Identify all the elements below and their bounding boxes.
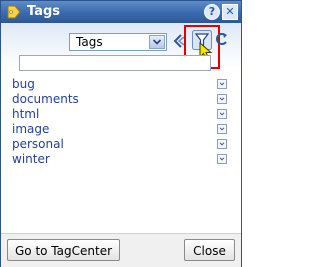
tag-item: image xyxy=(1,122,241,137)
tags-panel: Tags bug documents html image personal w… xyxy=(1,23,241,233)
tag-link-image[interactable]: image xyxy=(12,122,49,136)
title-bar[interactable]: Tags ? ✕ xyxy=(1,1,241,23)
window-title: Tags xyxy=(27,4,61,19)
expand-icon[interactable] xyxy=(217,79,227,89)
tag-link-documents[interactable]: documents xyxy=(12,92,79,106)
expand-icon[interactable] xyxy=(217,124,227,134)
window-close-button[interactable]: ✕ xyxy=(222,4,238,20)
tag-item: winter xyxy=(1,152,241,167)
tag-link-bug[interactable]: bug xyxy=(12,77,35,91)
tag-link-personal[interactable]: personal xyxy=(12,137,64,151)
close-button[interactable]: Close xyxy=(184,239,235,261)
show-all-tags-icon[interactable] xyxy=(171,32,185,50)
tag-item: personal xyxy=(1,137,241,152)
tag-type-select[interactable]: Tags xyxy=(69,33,167,51)
expand-icon[interactable] xyxy=(217,109,227,119)
tag-item: bug xyxy=(1,77,241,92)
chevron-down-icon[interactable] xyxy=(149,35,165,49)
tag-list: bug documents html image personal winter xyxy=(1,77,241,167)
refresh-icon[interactable] xyxy=(215,31,229,49)
expand-icon[interactable] xyxy=(217,94,227,104)
tag-link-winter[interactable]: winter xyxy=(12,152,50,166)
tag-filter-input[interactable] xyxy=(19,55,211,71)
go-to-tagcenter-button[interactable]: Go to TagCenter xyxy=(7,239,120,261)
dialog-footer: Go to TagCenter Close xyxy=(1,233,241,267)
tags-icon xyxy=(7,5,21,19)
expand-icon[interactable] xyxy=(217,154,227,164)
tag-item: html xyxy=(1,107,241,122)
tags-window: Tags ? ✕ Tags bug documents html image p… xyxy=(0,0,242,267)
tag-item: documents xyxy=(1,92,241,107)
expand-icon[interactable] xyxy=(217,139,227,149)
help-button[interactable]: ? xyxy=(204,4,220,20)
tag-type-select-value: Tags xyxy=(76,35,103,49)
tag-link-html[interactable]: html xyxy=(12,107,39,121)
